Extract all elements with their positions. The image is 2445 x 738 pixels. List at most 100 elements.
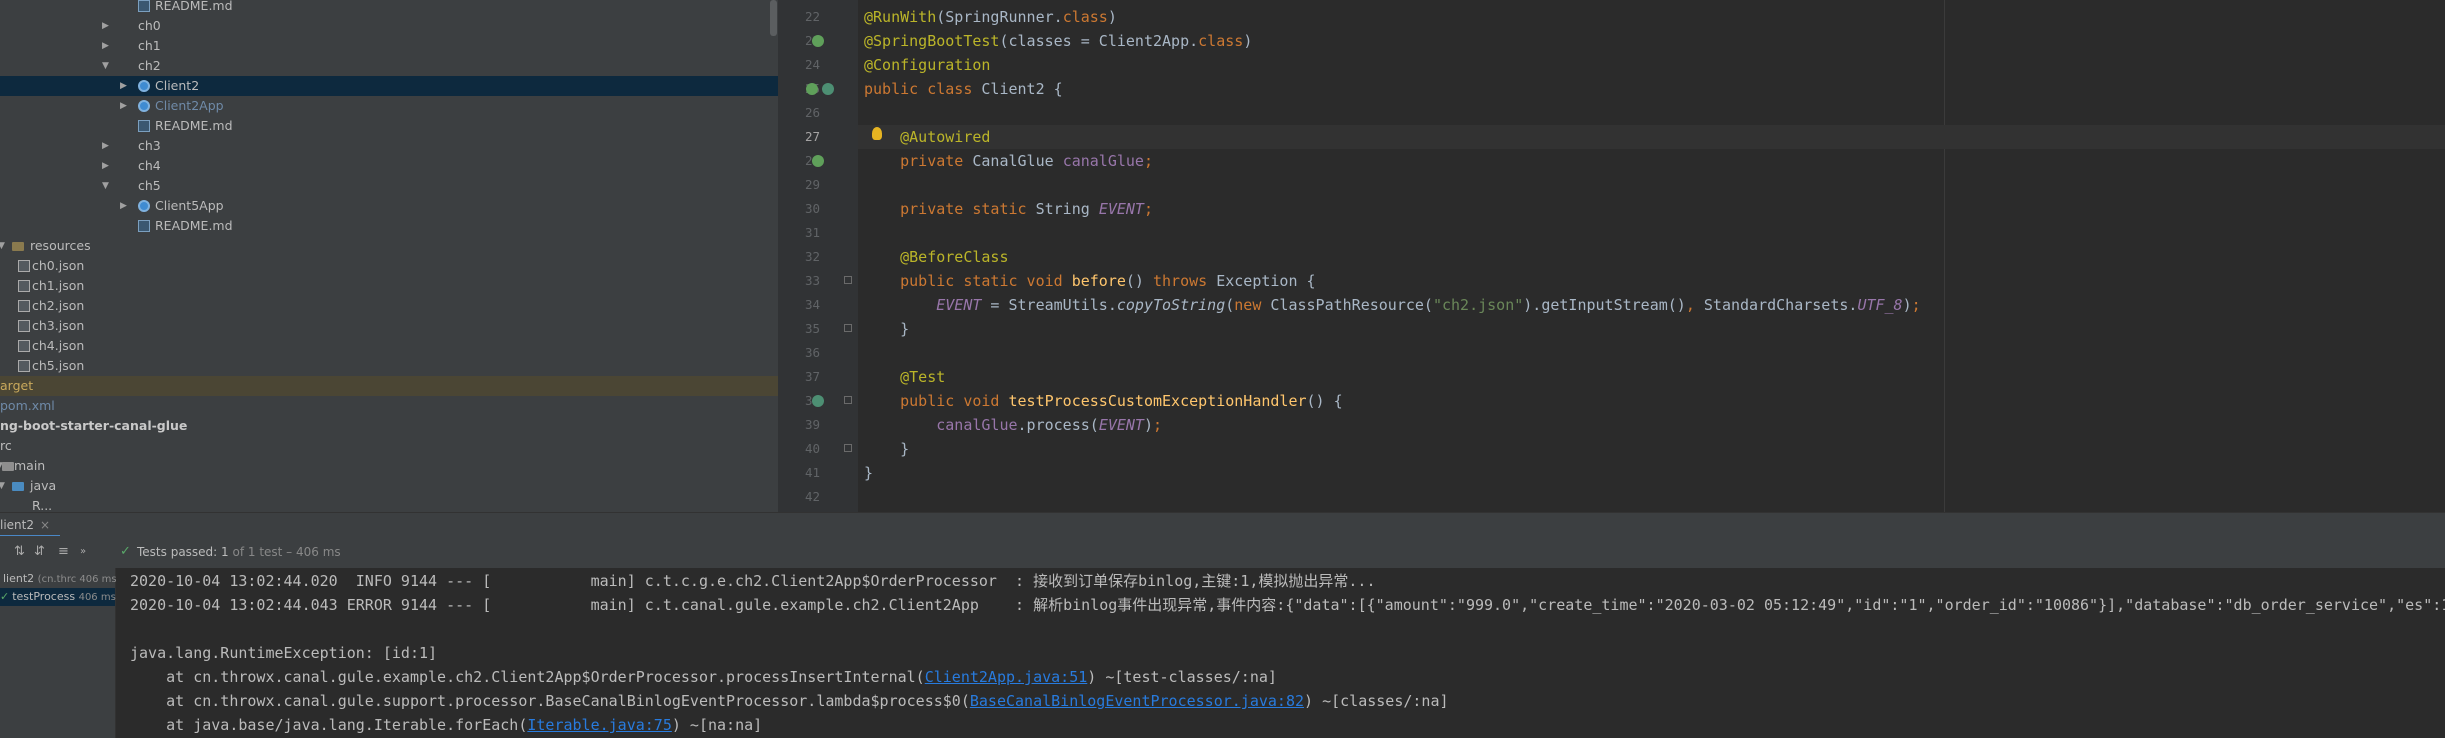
gutter-line[interactable]: 37 [778,365,858,389]
code-line[interactable]: public class Client2 { [858,77,2445,101]
collapsed-arrow-icon[interactable]: ▶ [102,36,109,56]
fold-marker-icon[interactable] [844,396,852,404]
sort-alpha-icon[interactable]: ⇅ [14,536,25,568]
tree-item[interactable]: ch5.json [0,356,778,376]
fold-marker-icon[interactable] [844,276,852,284]
gutter-line[interactable]: 24 [778,53,858,77]
expanded-arrow-icon[interactable]: ▼ [102,56,109,76]
intention-bulb-icon[interactable] [872,127,882,140]
tree-item[interactable]: ▶ Client5App [0,196,778,216]
code-line[interactable]: @RunWith(SpringRunner.class) [858,5,2445,29]
tree-item[interactable]: ch3.json [0,316,778,336]
project-tree[interactable]: README.md ▶ ch0 ▶ ch1 ▼ ch2 ▶ Client2 ▶ Client2App… [0,0,778,512]
collapsed-arrow-icon[interactable]: ▶ [120,96,127,116]
code-line[interactable]: @BeforeClass [858,245,2445,269]
code-editor[interactable]: @RunWith(SpringRunner.class) @SpringBootT… [858,0,2445,512]
tree-item[interactable]: pom.xml [0,396,778,416]
gutter-line[interactable]: 34 [778,293,858,317]
code-line[interactable]: public static void before() throws Excep… [858,269,2445,293]
gutter-line[interactable]: 26 [778,101,858,125]
code-line[interactable]: private static String EVENT; [858,197,2445,221]
code-line[interactable]: @SpringBootTest(classes = Client2App.cla… [858,29,2445,53]
collapsed-arrow-icon[interactable]: ▶ [120,196,127,216]
tree-item[interactable]: ▶ ch1 [0,36,778,56]
expand-arrows-icon[interactable]: » [80,536,86,568]
code-line[interactable]: @Configuration [858,53,2445,77]
code-line[interactable]: } [858,461,2445,485]
test-tree-item[interactable]: ✓ testProcess 406 ms [0,588,116,606]
tree-item[interactable]: README.md [0,216,778,236]
sort-duration-icon[interactable]: ⇵ [34,536,45,568]
run-test-icon[interactable] [812,395,824,407]
tree-item[interactable]: ▼ resources [0,236,778,256]
fold-marker-icon[interactable] [844,444,852,452]
code-line[interactable]: } [858,317,2445,341]
code-line[interactable]: EVENT = StreamUtils.copyToString(new Cla… [858,293,2445,317]
collapsed-arrow-icon[interactable]: ▶ [102,156,109,176]
collapsed-arrow-icon[interactable]: ▶ [102,136,109,156]
test-tree-item[interactable]: lient2 (cn.thrc 406 ms [0,570,117,588]
gutter-line[interactable]: 22 [778,5,858,29]
code-line[interactable]: canalGlue.process(EVENT); [858,413,2445,437]
tree-item[interactable]: R... [0,496,778,512]
gutter-line[interactable]: 36 [778,341,858,365]
gutter-line[interactable]: 41 [778,461,858,485]
gutter-line[interactable]: 29 [778,173,858,197]
close-icon[interactable]: × [40,518,50,532]
stacktrace-link[interactable]: BaseCanalBinlogEventProcessor.java:82 [970,692,1304,710]
gutter-line[interactable]: 23 [778,29,858,53]
run-icon[interactable] [822,83,834,95]
tree-item[interactable]: ch4.json [0,336,778,356]
gutter-line[interactable]: 42 [778,485,858,509]
code-line[interactable]: private CanalGlue canalGlue; [858,149,2445,173]
code-line[interactable]: } [858,437,2445,461]
tree-item[interactable]: ▼ java [0,476,778,496]
tree-item[interactable]: ch2.json [0,296,778,316]
gutter-line[interactable]: 33 [778,269,858,293]
console-output[interactable]: 2020-10-04 13:02:44.020 INFO 9144 --- [ … [116,568,2445,738]
code-line[interactable]: public void testProcessCustomExceptionHa… [858,389,2445,413]
code-line[interactable] [858,173,2445,197]
gutter-line[interactable]: 30 [778,197,858,221]
expanded-arrow-icon[interactable]: ▼ [102,176,109,196]
gutter-line[interactable]: 35 [778,317,858,341]
expanded-arrow-icon[interactable]: ▼ [0,476,5,496]
gutter-line[interactable]: 28 [778,149,858,173]
tree-item[interactable]: ▶ Client2 [0,76,778,96]
tree-scrollbar[interactable] [770,0,777,36]
run-tab-client2[interactable]: lient2 × [0,513,61,537]
bean-icon[interactable] [812,155,824,167]
code-line[interactable] [858,485,2445,509]
collapsed-arrow-icon[interactable]: ▶ [120,76,127,96]
code-line[interactable] [858,341,2445,365]
collapsed-arrow-icon[interactable]: ▶ [102,16,109,36]
gutter-line[interactable]: 38 [778,389,858,413]
expanded-arrow-icon[interactable]: ▼ [0,236,5,256]
gutter-line[interactable]: 39 [778,413,858,437]
tree-item[interactable]: ▶ ch4 [0,156,778,176]
bean-icon[interactable] [812,35,824,47]
gutter-line[interactable]: 27 [778,125,858,149]
code-line[interactable]: @Autowired [858,125,2445,149]
tree-item[interactable]: arget [0,376,778,396]
tree-item[interactable]: ch1.json [0,276,778,296]
run-bean-icon[interactable] [806,83,818,95]
tree-item[interactable]: README.md [0,0,778,16]
tree-item[interactable]: ▼ ch5 [0,176,778,196]
tree-item[interactable]: ▶ Client2App [0,96,778,116]
stacktrace-link[interactable]: Iterable.java:75 [527,716,672,734]
tree-item[interactable]: rc [0,436,778,456]
code-line[interactable] [858,101,2445,125]
code-line[interactable] [858,221,2445,245]
tree-item[interactable]: ▶ ch0 [0,16,778,36]
tree-item[interactable]: ▼ ch2 [0,56,778,76]
gutter-line[interactable]: 31 [778,221,858,245]
stacktrace-link[interactable]: Client2App.java:51 [925,668,1088,686]
tree-item[interactable]: ▶ ch3 [0,136,778,156]
code-line[interactable]: @Test [858,365,2445,389]
gutter-line[interactable]: 40 [778,437,858,461]
fold-marker-icon[interactable] [844,324,852,332]
gutter-line[interactable]: 25 [778,77,858,101]
tree-item[interactable]: ▼main [0,456,778,476]
tree-item[interactable]: README.md [0,116,778,136]
